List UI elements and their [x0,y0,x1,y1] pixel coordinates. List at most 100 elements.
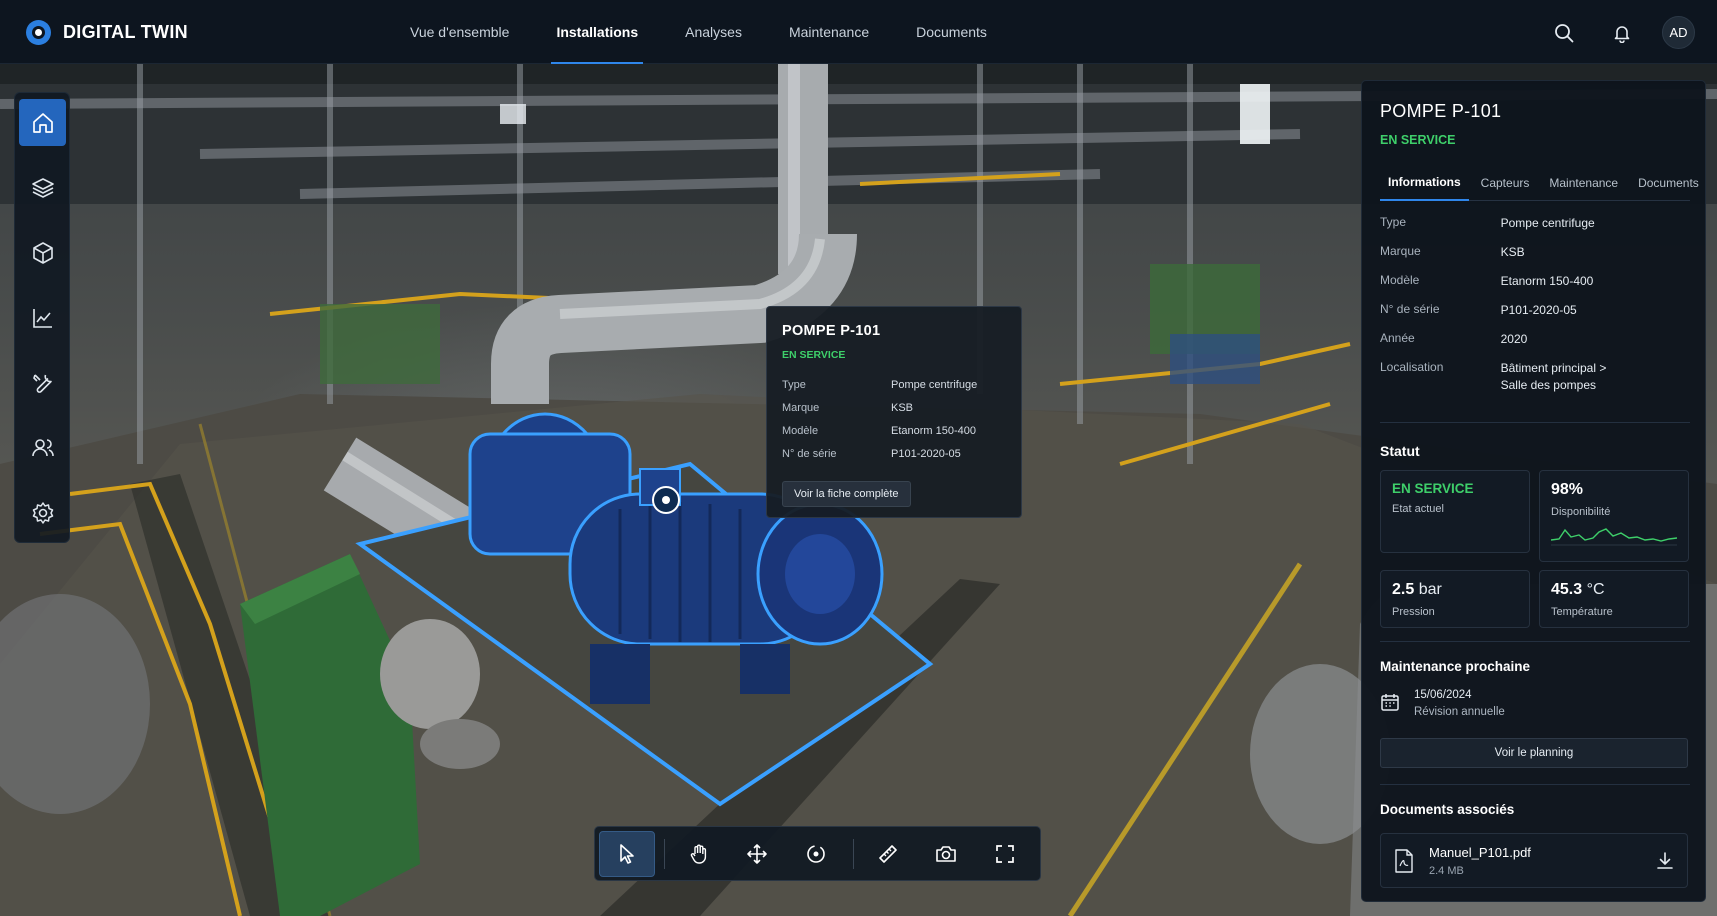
view-planning-button[interactable]: Voir le planning [1380,738,1688,768]
brand-name: DIGITAL TWIN [63,22,188,42]
tab-documents[interactable]: Documents [1630,165,1707,201]
section-divider [1380,784,1690,785]
equipment-marker[interactable] [652,486,680,514]
info-value: Etanorm 150-400 [1500,274,1594,288]
popup-row-key: N° de série [782,447,837,460]
etat-label: Etat actuel [1392,503,1444,515]
popup-row-value: KSB [891,401,914,414]
tab-maintenance[interactable]: Maintenance [1541,165,1626,201]
tab-informations[interactable]: Informations [1380,165,1469,201]
brand[interactable]: DIGITAL TWIN [26,20,188,45]
fullscreen-icon [996,844,1015,863]
rail-models-button[interactable] [19,229,66,276]
popup-row: Type Pompe centrifuge [782,373,1006,396]
temperature-unit: °C [1586,581,1605,598]
rail-analytics-button[interactable] [19,294,66,341]
info-value: KSB [1500,245,1525,259]
home-icon [32,112,53,133]
orbit-tool-button[interactable] [788,831,844,877]
measure-ruler-icon [878,844,897,863]
user-avatar[interactable]: AD [1662,16,1695,49]
nav-item-documents[interactable]: Documents [916,0,987,64]
equipment-popup: POMPE P-101 EN SERVICE Type Pompe centri… [766,306,1022,518]
temperature-label: Température [1551,606,1613,618]
cube-icon [32,241,53,264]
rail-maintenance-button[interactable] [19,359,66,406]
status-card-pression: 2.5 bar Pression [1380,570,1530,628]
popup-title: POMPE P-101 [782,323,881,339]
section-divider [1380,641,1690,642]
maintenance-details: 15/06/2024 Révision annuelle [1414,689,1505,718]
availability-sparkline [1550,528,1678,546]
brand-logo-icon [26,20,51,45]
popup-row: Modèle Etanorm 150-400 [782,419,1006,442]
rail-home-button[interactable] [19,99,66,146]
nav-item-analyses[interactable]: Analyses [685,0,742,64]
notifications-button[interactable] [1606,17,1638,49]
main-nav: Vue d'ensemble Installations Analyses Ma… [410,0,1034,64]
location-building: Bâtiment principal > [1500,361,1607,375]
rail-settings-button[interactable] [19,489,66,536]
popup-status: EN SERVICE [782,349,846,361]
pression-number: 2.5 [1392,581,1415,598]
popup-details: Type Pompe centrifuge Marque KSB Modèle … [782,373,1006,465]
documents-section-title: Documents associés [1380,802,1515,817]
popup-row-value: Pompe centrifuge [891,378,978,391]
status-card-disponibilite: 98% Disponibilité [1539,470,1689,562]
nav-item-installations[interactable]: Installations [551,0,643,64]
left-toolbar [14,92,70,543]
panel-title: POMPE P-101 [1380,101,1502,121]
search-icon [1555,23,1574,42]
orbit-icon [807,844,825,863]
maintenance-section-title: Maintenance prochaine [1380,659,1531,674]
info-value-location: Bâtiment principal > Salle des pompes [1501,360,1690,394]
pression-unit: bar [1418,581,1442,598]
tab-capteurs[interactable]: Capteurs [1473,165,1538,201]
info-value: Pompe centrifuge [1500,216,1595,230]
info-key: Marque [1380,244,1421,258]
rail-users-button[interactable] [19,424,66,471]
popup-row-key: Type [782,378,806,391]
etat-value: EN SERVICE [1392,481,1474,496]
info-value: 2020 [1500,332,1528,346]
info-row: Modèle Etanorm 150-400 [1380,273,1690,302]
pression-value: 2.5 bar [1392,581,1518,599]
move-tool-button[interactable] [729,831,785,877]
nav-item-maintenance[interactable]: Maintenance [789,0,869,64]
disponibilite-value: 98% [1551,481,1584,498]
download-icon[interactable] [1655,851,1675,871]
screenshot-tool-button[interactable] [919,831,975,877]
info-key: Année [1380,331,1415,345]
info-row: Localisation Bâtiment principal > Salle … [1380,360,1690,394]
document-size: 2.4 MB [1429,864,1464,877]
disponibilite-label: Disponibilité [1551,506,1611,518]
panel-status-badge: EN SERVICE [1380,133,1456,147]
measure-tool-button[interactable] [860,831,916,877]
info-key: Type [1380,215,1407,229]
pan-tool-button[interactable] [671,831,727,877]
wrench-icon [32,373,52,393]
bell-icon [1614,25,1630,43]
status-card-temperature: 45.3 °C Température [1539,570,1689,628]
temperature-number: 45.3 [1551,581,1583,598]
rail-layers-button[interactable] [19,164,66,211]
next-maintenance: 15/06/2024 Révision annuelle [1380,689,1505,718]
calendar-icon [1381,694,1399,711]
popup-row: Marque KSB [782,396,1006,419]
select-tool-button[interactable] [599,830,655,877]
gear-icon [32,501,53,524]
info-value: P101-2020-05 [1500,303,1577,317]
search-button[interactable] [1548,17,1580,49]
nav-item-vue-ensemble[interactable]: Vue d'ensemble [410,0,509,64]
fullscreen-tool-button[interactable] [977,831,1033,877]
layers-icon [31,177,54,198]
info-key: N° de série [1380,302,1440,316]
info-key: Modèle [1380,273,1420,287]
pression-label: Pression [1392,606,1435,618]
location-room: Salle des pompes [1500,378,1596,392]
popup-row-value: Etanorm 150-400 [891,424,976,437]
popup-row-key: Marque [782,401,820,414]
view-full-sheet-button[interactable]: Voir la fiche complète [782,481,911,507]
document-item[interactable]: Manuel_P101.pdf 2.4 MB [1380,833,1688,888]
info-row: Marque KSB [1380,244,1690,273]
